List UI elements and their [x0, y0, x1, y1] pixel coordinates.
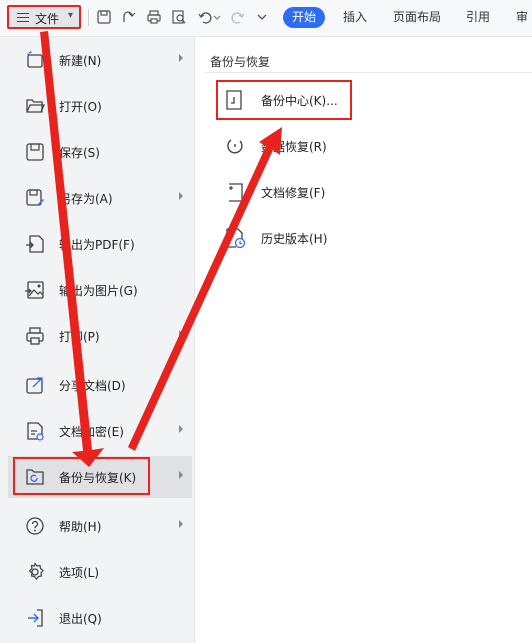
settings-icon — [25, 562, 45, 582]
print-icon — [25, 326, 45, 346]
submenu-item-label: 备份中心(K)... — [261, 94, 338, 108]
undo-icon[interactable] — [197, 9, 213, 25]
menu-item-export-pdf[interactable]: 输出为PDF(F) — [8, 223, 192, 265]
submenu-divider — [204, 72, 532, 73]
save-icon[interactable] — [96, 9, 112, 25]
menu-item-label: 新建(N) — [59, 54, 102, 68]
folder-open-icon — [25, 96, 45, 116]
file-menu-label: 文件 — [35, 12, 60, 26]
submenu-item-label: 文档修复(F) — [261, 186, 326, 200]
share-icon[interactable] — [120, 9, 136, 25]
submenu-item-label: 数据恢复(R) — [261, 140, 327, 154]
submenu-item-label: 历史版本(H) — [261, 232, 328, 246]
menu-item-label: 打开(O) — [59, 100, 102, 114]
menu-item-share[interactable]: 分享文档(D) — [8, 364, 192, 406]
print-preview-icon[interactable] — [171, 9, 187, 25]
tab-review[interactable]: 审 — [516, 8, 528, 25]
menu-item-label: 打印(P) — [59, 330, 100, 344]
file-menu-button[interactable]: 文件 ▾ — [7, 5, 81, 29]
top-toolbar: 文件 ▾ 开始 插入 页面布局 引用 审 — [0, 0, 532, 37]
help-icon — [25, 516, 45, 536]
menu-item-encrypt[interactable]: 文档加密(E) — [8, 410, 192, 452]
menu-item-label: 退出(Q) — [59, 612, 102, 626]
menu-item-label: 文档加密(E) — [59, 425, 124, 439]
more-dropdown-icon[interactable] — [256, 9, 268, 25]
print-icon[interactable] — [146, 9, 162, 25]
save-as-icon — [25, 188, 45, 208]
share-icon — [25, 375, 45, 395]
document-repair-icon — [224, 181, 246, 203]
menu-item-save[interactable]: 保存(S) — [8, 131, 192, 173]
submenu-item-document-repair[interactable]: 文档修复(F) — [216, 171, 366, 211]
submenu-arrow-icon — [179, 425, 183, 433]
history-version-icon — [224, 227, 246, 249]
submenu-arrow-icon — [179, 520, 183, 528]
chevron-down-icon: ▾ — [68, 10, 74, 21]
menu-item-label: 备份与恢复(K) — [59, 471, 137, 485]
submenu-arrow-icon — [179, 54, 183, 62]
encrypt-icon — [25, 421, 45, 441]
menu-item-backup-restore[interactable]: 备份与恢复(K) — [8, 456, 192, 498]
tab-start[interactable]: 开始 — [283, 7, 325, 28]
toolbar-divider — [88, 9, 89, 26]
submenu-item-backup-center[interactable]: 备份中心(K)... — [216, 79, 366, 119]
menu-item-print[interactable]: 打印(P) — [8, 315, 192, 357]
redo-icon[interactable] — [230, 9, 246, 25]
menu-item-label: 帮助(H) — [59, 520, 102, 534]
menu-item-export-image[interactable]: 输出为图片(G) — [8, 269, 192, 311]
exit-icon — [25, 608, 45, 628]
menu-item-open[interactable]: 打开(O) — [8, 85, 192, 127]
tab-references[interactable]: 引用 — [466, 8, 490, 25]
tab-page-layout[interactable]: 页面布局 — [393, 8, 441, 25]
tab-insert[interactable]: 插入 — [343, 8, 367, 25]
backup-center-icon — [224, 89, 246, 111]
submenu-item-history-version[interactable]: 历史版本(H) — [216, 217, 366, 257]
data-recovery-icon — [224, 135, 246, 157]
document-edge — [0, 37, 8, 643]
hamburger-icon — [17, 13, 29, 22]
backup-restore-submenu: 备份与恢复 备份中心(K)... 数据恢复(R) 文档修复(F) 历史版本(H) — [196, 37, 532, 643]
save-icon — [25, 142, 45, 162]
menu-item-label: 保存(S) — [59, 146, 100, 160]
menu-item-options[interactable]: 选项(L) — [8, 551, 192, 593]
menu-item-exit[interactable]: 退出(Q) — [8, 597, 192, 639]
menu-item-label: 选项(L) — [59, 566, 100, 580]
menu-item-new[interactable]: 新建(N) — [8, 39, 192, 81]
menu-item-label: 分享文档(D) — [59, 379, 126, 393]
new-icon — [25, 50, 45, 70]
export-image-icon — [25, 280, 45, 300]
menu-item-help[interactable]: 帮助(H) — [8, 505, 192, 547]
submenu-title: 备份与恢复 — [210, 55, 271, 69]
submenu-item-data-recovery[interactable]: 数据恢复(R) — [216, 125, 366, 165]
export-pdf-icon — [25, 234, 45, 254]
undo-dropdown-icon[interactable] — [213, 9, 221, 25]
submenu-arrow-icon — [179, 192, 183, 200]
backup-restore-icon — [25, 467, 45, 487]
menu-item-save-as[interactable]: 另存为(A) — [8, 177, 192, 219]
menu-item-label: 另存为(A) — [59, 192, 113, 206]
submenu-arrow-icon — [179, 330, 183, 338]
menu-item-label: 输出为PDF(F) — [59, 238, 135, 252]
submenu-arrow-icon — [179, 471, 183, 479]
menu-item-label: 输出为图片(G) — [59, 284, 138, 298]
